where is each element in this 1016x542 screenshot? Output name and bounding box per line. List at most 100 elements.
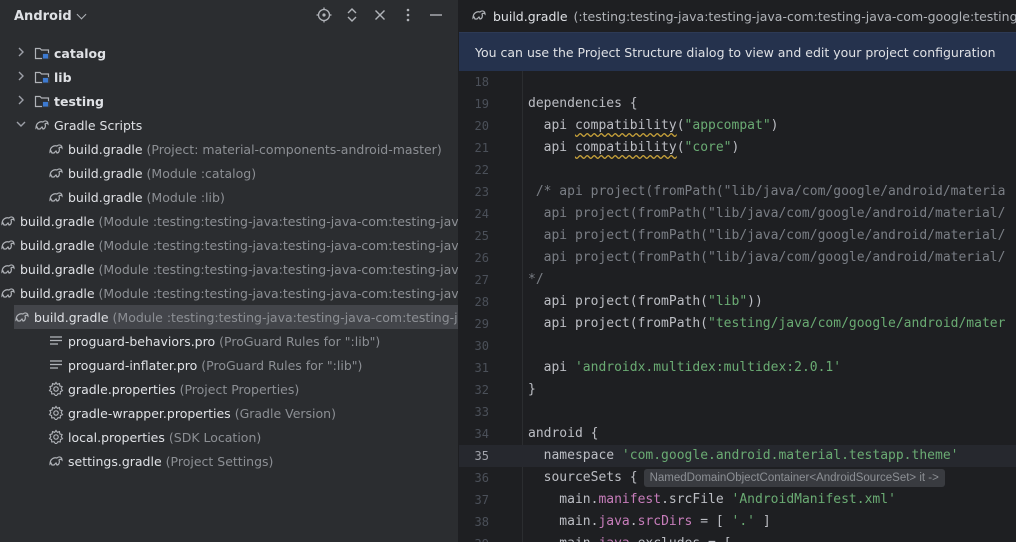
tree-item-label: catalog [54,45,107,61]
tree-item[interactable]: build.gradle (Module :testing:testing-jav… [0,209,458,233]
gradle-icon [48,141,64,157]
code-line[interactable]: 36 sourceSets {NamedDomainObjectContaine… [459,467,1016,489]
line-number: 18 [474,75,489,89]
chevron-down-icon[interactable] [14,120,28,131]
code-line[interactable]: 30 [459,335,1016,357]
settings-gear-icon [48,405,64,421]
code-text: main.java.srcDirs = [ '.' ] [528,511,770,533]
line-number: 21 [474,141,489,155]
gradle-icon [34,117,50,133]
code-token: "testing/java/com/google/android/mater [708,316,1006,331]
tree-item-hint: (Project Settings) [165,453,274,469]
tree-item[interactable]: build.gradle (Module :testing:testing-jav… [0,233,458,257]
chevron-right-icon[interactable] [14,47,28,60]
code-token: java [598,536,629,542]
gradle-icon [48,165,64,181]
code-line[interactable]: 35 namespace 'com.google.android.materia… [459,445,1016,467]
code-line[interactable]: 19 dependencies { [459,93,1016,115]
tree-item[interactable]: build.gradle (Module :testing:testing-jav… [0,281,458,305]
tree-item[interactable]: build.gradle (Module :lib) [0,185,458,209]
locate-icon[interactable] [316,7,332,23]
line-number: 19 [474,97,489,111]
code-line[interactable]: 32} [459,379,1016,401]
tree-item-label: build.gradle [20,285,95,301]
code-line[interactable]: 21 api compatibility("core") [459,137,1016,159]
code-line[interactable]: 34 android { [459,423,1016,445]
gradle-icon [0,213,16,229]
code-line[interactable]: 24 api project(fromPath("lib/java/com/go… [459,203,1016,225]
code-token: api project(fromPath("lib/java/com/googl… [528,250,1006,265]
tree-item[interactable]: settings.gradle (Project Settings) [0,449,458,473]
code-line[interactable]: 26 api project(fromPath("lib/java/com/go… [459,247,1016,269]
close-icon[interactable] [372,7,388,23]
tree-item-label: build.gradle [20,213,95,229]
code-token: java [598,514,630,529]
tree-item[interactable]: proguard-behaviors.pro (ProGuard Rules fo… [0,329,458,353]
tree-item-hint: (Module :testing:testing-java:testing-ja… [98,237,458,253]
editor-tab[interactable]: build.gradle (:testing:testing-java:test… [459,0,1016,32]
settings-gear-icon [48,429,64,445]
code-token: manifest [598,492,662,507]
code-token: api [528,140,575,155]
code-token: compatibility [574,140,677,155]
code-line[interactable]: 27 */ [459,269,1016,291]
module-folder-icon [34,69,50,85]
module-folder-icon [34,45,50,61]
code-line[interactable]: 39 main.java.excludes = [ [459,533,1016,542]
code-token: ) [770,118,779,133]
code-token: } [528,382,536,397]
code-token: '.' [731,514,756,529]
code-line[interactable]: 28 api project(fromPath("lib")) [459,291,1016,313]
code-line[interactable]: 20 api compatibility("appcompat") [459,115,1016,137]
code-editor[interactable]: 18 19 dependencies {20 api compatibility("… [459,71,1016,542]
tree-item[interactable]: proguard-inflater.pro (ProGuard Rules for… [0,353,458,377]
expand-collapse-icon[interactable] [344,7,360,23]
line-number: 32 [474,383,489,397]
more-options-icon[interactable] [400,7,416,23]
tree-item[interactable]: local.properties (SDK Location) [0,425,458,449]
tree-item[interactable]: build.gradle (Module :catalog) [0,161,458,185]
code-token: ( [676,140,685,155]
code-line[interactable]: 38 main.java.srcDirs = [ '.' ] [459,511,1016,533]
tree-item[interactable]: build.gradle (Module :testing:testing-jav… [0,257,458,281]
code-line[interactable]: 29 api project(fromPath("testing/java/co… [459,313,1016,335]
tree-item[interactable]: catalog [0,41,458,65]
tree-item[interactable]: testing [0,89,458,113]
line-number: 28 [474,295,489,309]
code-line[interactable]: 18 [459,71,1016,93]
tree-item-hint: (Module :lib) [146,189,225,205]
chevron-right-icon[interactable] [14,95,28,108]
code-token: api project(fromPath("lib/java/com/googl… [528,206,1006,221]
code-text: android { [528,423,598,445]
inlay-type-hint: NamedDomainObjectContainer<AndroidSource… [643,468,945,487]
tree-item[interactable]: gradle-wrapper.properties (Gradle Version… [0,401,458,425]
code-token: */ [528,272,544,287]
tree-item-hint: (SDK Location) [168,429,262,445]
line-number: 27 [474,273,489,287]
code-token: srcDirs [637,514,693,529]
tree-item[interactable]: build.gradle (Project: material-component… [0,137,458,161]
code-token: 'AndroidManifest.xml' [731,492,896,507]
project-view-selector[interactable]: Android [14,9,72,24]
tree-item[interactable]: gradle.properties (Project Properties) [0,377,458,401]
tree-item[interactable]: Gradle Scripts [0,113,458,137]
chevron-down-icon[interactable] [76,9,87,19]
line-number: 34 [474,427,489,441]
code-token: "lib" [708,294,748,309]
code-line[interactable]: 23 /* api project(fromPath("lib/java/com… [459,181,1016,203]
tree-item-hint: (Module :testing:testing-java:testing-ja… [98,213,458,229]
tree-item[interactable]: build.gradle (Module :testing:testing-jav… [14,305,458,329]
code-line[interactable]: 31 api 'androidx.multidex:multidex:2.0.1… [459,357,1016,379]
code-token: "core" [684,140,732,155]
minimize-icon[interactable] [428,7,444,23]
chevron-right-icon[interactable] [14,71,28,84]
tree-item[interactable]: lib [0,65,458,89]
code-line[interactable]: 33 [459,401,1016,423]
tree-item-label: build.gradle [20,261,95,277]
tree-item-hint: (ProGuard Rules for ":lib") [219,333,381,349]
code-line[interactable]: 22 [459,159,1016,181]
code-line[interactable]: 25 api project(fromPath("lib/java/com/go… [459,225,1016,247]
code-line[interactable]: 37 main.manifest.srcFile 'AndroidManifes… [459,489,1016,511]
tree-item-hint: (Gradle Version) [234,405,336,421]
code-token: 'com.google.android.material.testapp.the… [621,448,959,463]
